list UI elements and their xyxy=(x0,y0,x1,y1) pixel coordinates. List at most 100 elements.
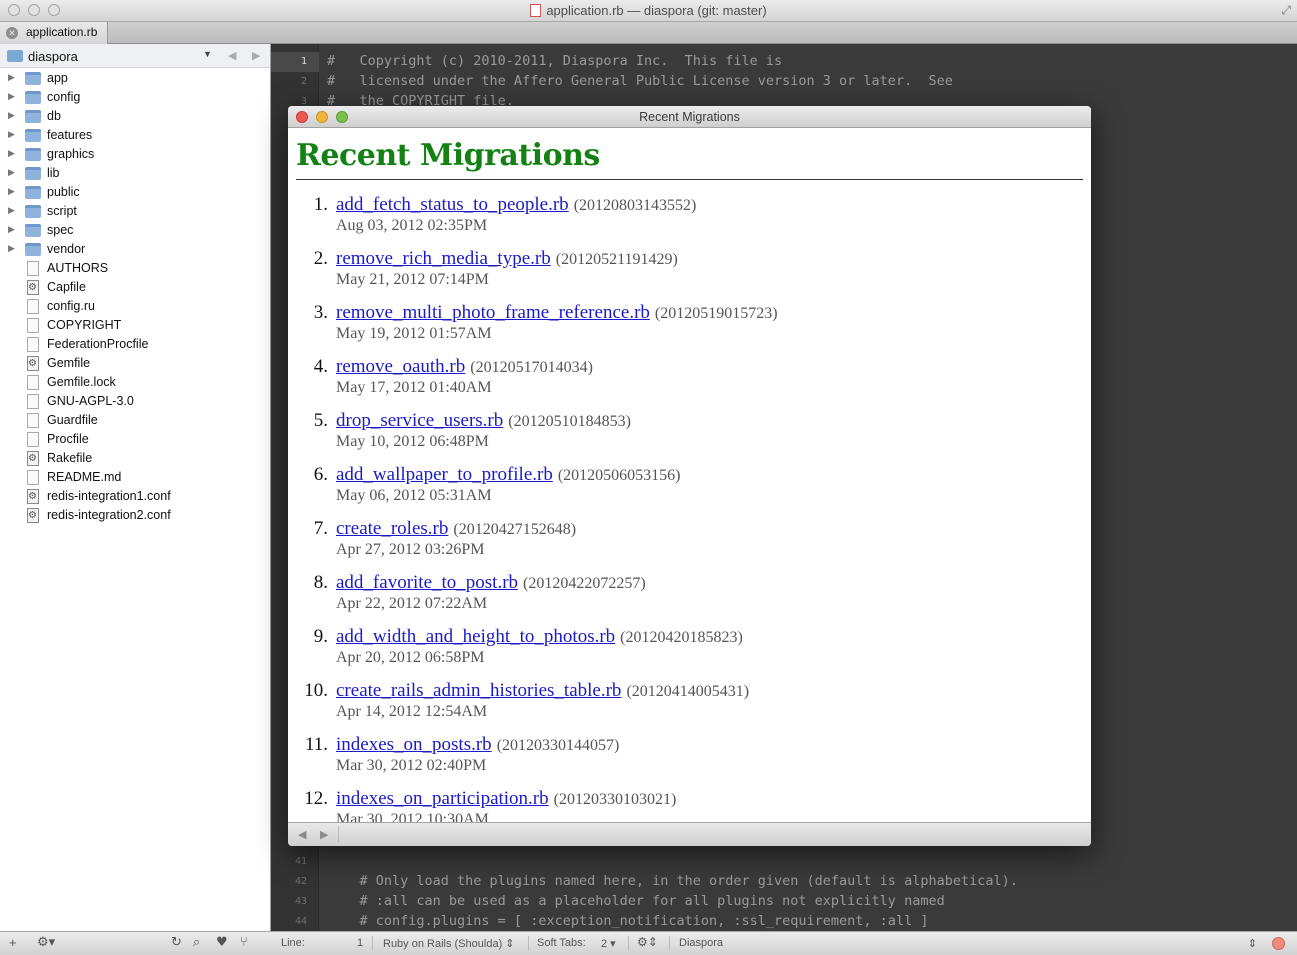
migration-link[interactable]: remove_rich_media_type.rb (20120521191429… xyxy=(336,248,678,270)
search-icon[interactable]: ⌕ xyxy=(193,935,200,950)
gear-icon[interactable]: ⚙⇕ xyxy=(637,935,658,949)
file-item[interactable]: AUTHORS xyxy=(0,259,270,278)
migration-link[interactable]: drop_service_users.rb (20120510184853) xyxy=(336,410,631,432)
line-number: 42 xyxy=(294,876,307,887)
migration-link[interactable]: create_roles.rb (20120427152648) xyxy=(336,518,576,540)
migration-date: May 10, 2012 06:48PM xyxy=(336,433,489,450)
disclosure-triangle-icon[interactable]: ▶ xyxy=(8,148,15,159)
sidebar-item-label: script xyxy=(47,204,77,218)
sidebar-item-vendor[interactable]: ▶ vendor xyxy=(0,240,270,259)
document-icon xyxy=(27,432,39,447)
migration-link[interactable]: create_rails_admin_histories_table.rb (20… xyxy=(336,680,749,702)
file-item-label: config.ru xyxy=(47,299,95,313)
disclosure-triangle-icon[interactable]: ▶ xyxy=(8,243,15,254)
settings-file-icon xyxy=(27,489,39,504)
list-item-number: 9. xyxy=(313,626,328,647)
code-line[interactable]: # config.plugins = [ :exception_notifica… xyxy=(327,913,929,929)
favorites-icon[interactable]: ♥ xyxy=(216,935,228,950)
migration-link[interactable]: add_width_and_height_to_photos.rb (201204… xyxy=(336,626,743,648)
migration-link[interactable]: add_favorite_to_post.rb (20120422072257) xyxy=(336,572,646,594)
gear-icon[interactable]: ⚙▾ xyxy=(37,935,55,950)
back-icon[interactable]: ◀ xyxy=(228,49,236,62)
file-item[interactable]: Guardfile xyxy=(0,411,270,430)
sidebar-item-label: public xyxy=(47,185,80,199)
file-item-label: Guardfile xyxy=(47,413,98,427)
line-value[interactable]: 1 xyxy=(357,937,363,949)
sidebar-item-config[interactable]: ▶ config xyxy=(0,88,270,107)
migration-version: (20120330144057) xyxy=(496,737,620,754)
sidebar-item-features[interactable]: ▶ features xyxy=(0,126,270,145)
list-item-number: 3. xyxy=(313,302,328,323)
list-item: 8. add_favorite_to_post.rb (20120422072257… xyxy=(288,572,1091,626)
window-title-text: application.rb — diaspora (git: master) xyxy=(546,3,767,18)
file-tree: ▶ app ▶ config ▶ db ▶ features ▶ graphics ▶ lib ▶ pub… xyxy=(0,69,270,525)
chevron-down-icon[interactable]: ▼ xyxy=(203,49,212,59)
project-name: diaspora xyxy=(28,49,78,64)
document-icon xyxy=(27,470,39,485)
file-item[interactable]: FederationProcfile xyxy=(0,335,270,354)
file-item[interactable]: Capfile xyxy=(0,278,270,297)
sidebar-item-app[interactable]: ▶ app xyxy=(0,69,270,88)
scm-branch-icon[interactable]: ⑂ xyxy=(240,935,248,950)
forward-icon[interactable]: ▶ xyxy=(320,828,328,841)
tab-size-selector[interactable]: 2 ▾ xyxy=(601,937,616,950)
disclosure-triangle-icon[interactable]: ▶ xyxy=(8,72,15,83)
sidebar-item-script[interactable]: ▶ script xyxy=(0,202,270,221)
migration-link[interactable]: indexes_on_posts.rb (20120330144057) xyxy=(336,734,619,756)
code-line[interactable]: # licensed under the Affero General Publ… xyxy=(327,73,953,89)
file-item[interactable]: COPYRIGHT xyxy=(0,316,270,335)
disclosure-triangle-icon[interactable]: ▶ xyxy=(8,110,15,121)
migration-version: (20120519015723) xyxy=(654,305,778,322)
file-item-label: README.md xyxy=(47,470,122,484)
file-item[interactable]: Rakefile xyxy=(0,449,270,468)
language-selector[interactable]: Ruby on Rails (Shoulda) ⇕ xyxy=(383,937,515,950)
sidebar-item-spec[interactable]: ▶ spec xyxy=(0,221,270,240)
disclosure-triangle-icon[interactable]: ▶ xyxy=(8,91,15,102)
disclosure-triangle-icon[interactable]: ▶ xyxy=(8,186,15,197)
refresh-icon[interactable]: ↻ xyxy=(171,935,182,950)
document-icon xyxy=(530,4,542,17)
migration-date: May 19, 2012 01:57AM xyxy=(336,325,492,342)
sidebar-item-graphics[interactable]: ▶ graphics xyxy=(0,145,270,164)
file-item[interactable]: redis-integration1.conf xyxy=(0,487,270,506)
file-item[interactable]: README.md xyxy=(0,468,270,487)
add-icon[interactable]: + xyxy=(9,935,17,950)
file-item[interactable]: config.ru xyxy=(0,297,270,316)
migration-link[interactable]: remove_multi_photo_frame_reference.rb (20… xyxy=(336,302,778,324)
document-icon xyxy=(27,375,39,390)
disclosure-triangle-icon[interactable]: ▶ xyxy=(8,205,15,216)
list-item: 5. drop_service_users.rb (20120510184853) M… xyxy=(288,410,1091,464)
file-item[interactable]: redis-integration2.conf xyxy=(0,506,270,525)
back-icon[interactable]: ◀ xyxy=(298,828,306,841)
migration-link[interactable]: add_wallpaper_to_profile.rb (201205060531… xyxy=(336,464,681,486)
sidebar-item-lib[interactable]: ▶ lib xyxy=(0,164,270,183)
disclosure-triangle-icon[interactable]: ▶ xyxy=(8,224,15,235)
migrations-heading: Recent Migrations xyxy=(296,138,600,173)
file-item[interactable]: GNU-AGPL-3.0 xyxy=(0,392,270,411)
macro-record-icon[interactable] xyxy=(1272,937,1285,950)
migration-link[interactable]: add_fetch_status_to_people.rb (2012080314… xyxy=(336,194,696,216)
file-item[interactable]: Gemfile xyxy=(0,354,270,373)
sidebar-item-label: db xyxy=(47,109,61,123)
fullscreen-icon[interactable]: ⤢ xyxy=(1281,3,1291,18)
code-line[interactable]: # :all can be used as a placeholder for … xyxy=(327,893,945,909)
close-tab-icon[interactable]: ✕ xyxy=(6,27,18,39)
disclosure-triangle-icon[interactable]: ▶ xyxy=(8,167,15,178)
sidebar-item-public[interactable]: ▶ public xyxy=(0,183,270,202)
bundle-selector[interactable]: Diaspora xyxy=(679,937,723,949)
file-item[interactable]: Gemfile.lock xyxy=(0,373,270,392)
tab-application-rb[interactable]: ✕ application.rb xyxy=(0,22,108,44)
symbol-selector[interactable]: ⇕ xyxy=(1248,937,1257,950)
sidebar-item-db[interactable]: ▶ db xyxy=(0,107,270,126)
file-item-label: AUTHORS xyxy=(47,261,109,275)
file-item[interactable]: Procfile xyxy=(0,430,270,449)
code-line[interactable]: # Copyright (c) 2010-2011, Diaspora Inc.… xyxy=(327,53,782,69)
migration-name: create_roles.rb xyxy=(336,518,449,539)
line-number: 1 xyxy=(271,52,319,72)
code-line[interactable]: # Only load the plugins named here, in t… xyxy=(327,873,1018,889)
forward-icon[interactable]: ▶ xyxy=(252,49,260,62)
disclosure-triangle-icon[interactable]: ▶ xyxy=(8,129,15,140)
migration-link[interactable]: remove_oauth.rb (20120517014034) xyxy=(336,356,593,378)
migration-link[interactable]: indexes_on_participation.rb (201203301030… xyxy=(336,788,676,810)
project-header[interactable]: diaspora ▼ ◀ ▶ xyxy=(0,44,270,68)
